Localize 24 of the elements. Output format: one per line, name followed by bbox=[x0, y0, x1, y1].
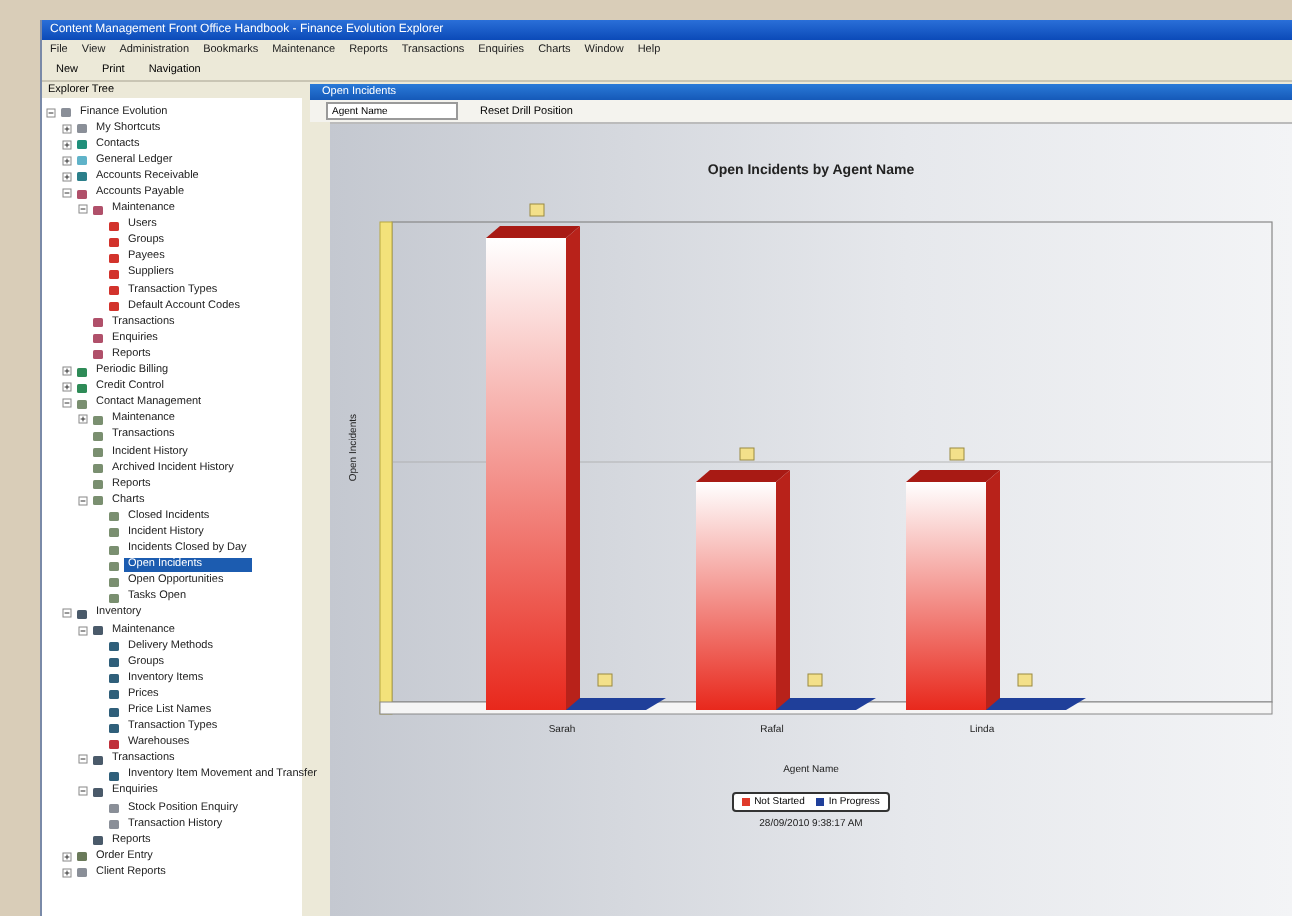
expand-icon[interactable] bbox=[78, 414, 88, 425]
data-label-marker bbox=[806, 673, 822, 687]
expand-icon[interactable] bbox=[62, 867, 72, 878]
expand-icon[interactable] bbox=[62, 382, 72, 393]
expand-icon[interactable] bbox=[62, 155, 72, 166]
data-label-marker bbox=[596, 673, 612, 687]
collapse-icon[interactable] bbox=[78, 625, 88, 636]
expand-icon[interactable] bbox=[62, 366, 72, 377]
collapse-icon[interactable] bbox=[62, 188, 72, 199]
collapse-icon[interactable] bbox=[78, 204, 88, 215]
collapse-icon[interactable] bbox=[46, 107, 56, 118]
collapse-icon[interactable] bbox=[78, 754, 88, 765]
collapse-icon[interactable] bbox=[78, 495, 88, 506]
data-label-marker bbox=[738, 447, 754, 461]
collapse-icon[interactable] bbox=[62, 608, 72, 619]
expand-icon[interactable] bbox=[62, 139, 72, 150]
collapse-icon[interactable] bbox=[62, 398, 72, 409]
data-label-marker bbox=[528, 203, 544, 217]
expand-icon[interactable] bbox=[62, 851, 72, 862]
data-label-marker bbox=[1016, 673, 1032, 687]
data-label-marker bbox=[948, 447, 964, 461]
expand-icon[interactable] bbox=[62, 171, 72, 182]
collapse-icon[interactable] bbox=[78, 786, 88, 797]
expand-icon[interactable] bbox=[62, 123, 72, 134]
